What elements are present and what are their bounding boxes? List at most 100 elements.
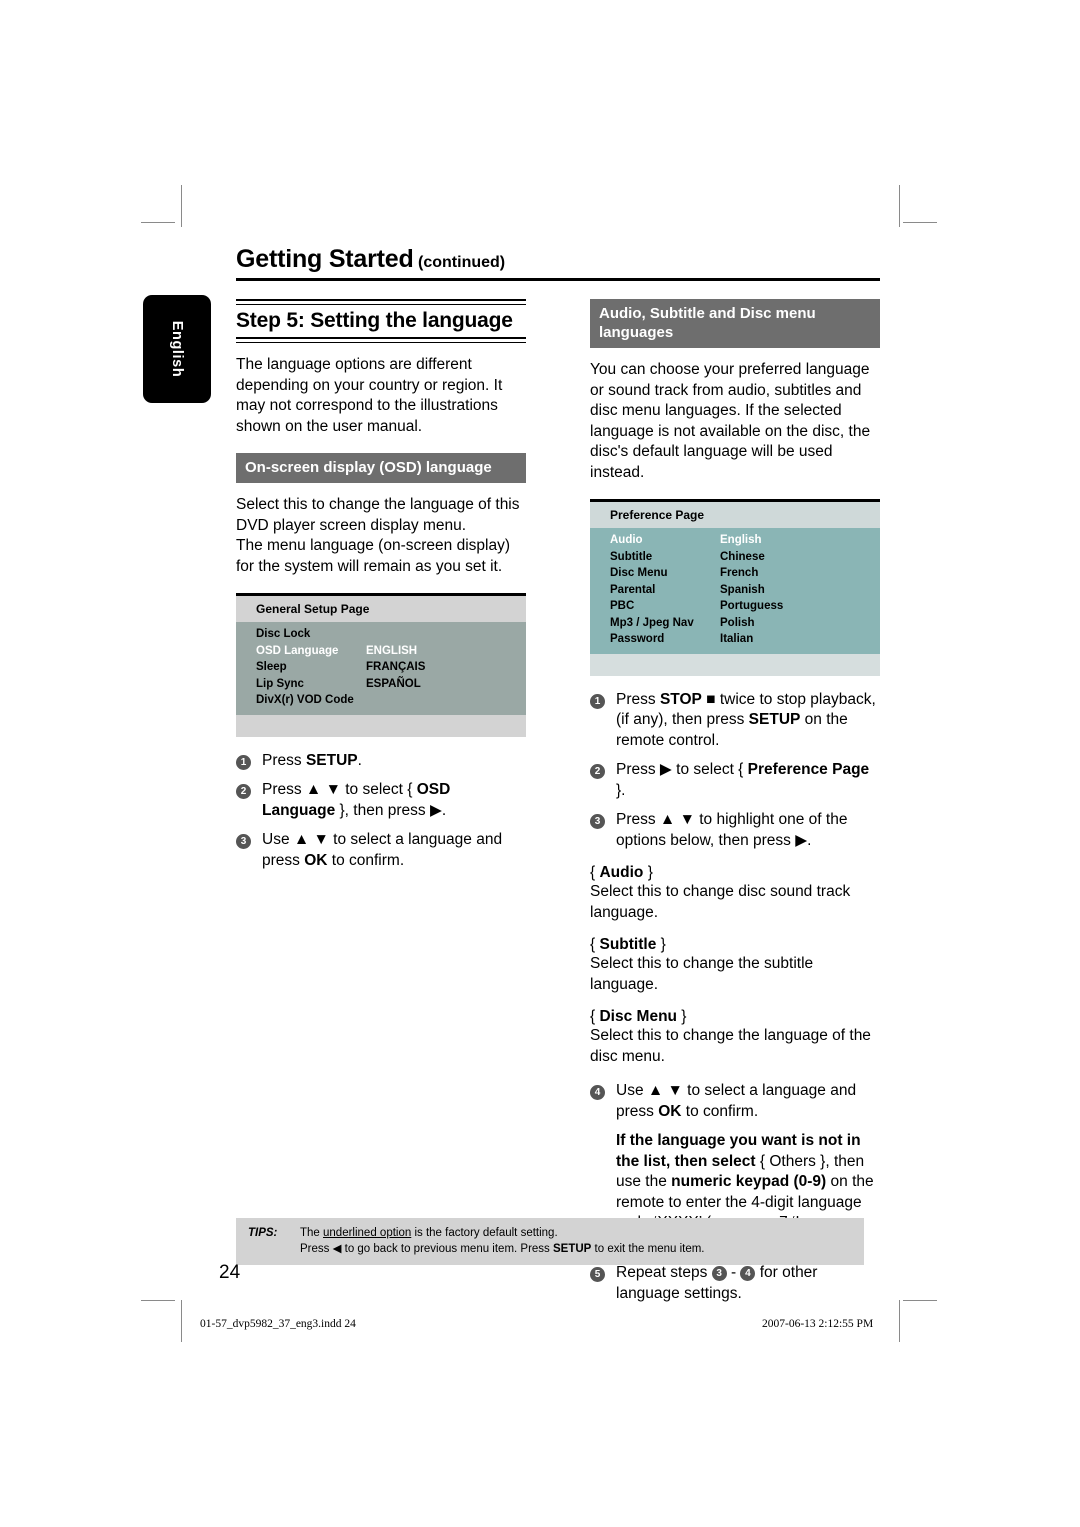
page-number: 24 [219, 1262, 241, 1283]
tips-lines: The underlined option is the factory def… [300, 1225, 864, 1257]
osd-row[interactable]: Disc Menu French [590, 565, 880, 582]
step-text: Press ▶ to select { Preference Page }. [616, 761, 870, 799]
language-tab-label: English [169, 320, 185, 378]
preference-option-name: { Audio } [590, 864, 653, 881]
print-footer-file: 01-57_dvp5982_37_eng3.indd 24 [200, 1318, 356, 1330]
tips-line-2-setup: SETUP [553, 1243, 592, 1255]
numbered-step: 2 Press ▲ ▼ to select { OSD Language }, t… [236, 780, 526, 821]
manual-page: Getting Started (continued) English Step… [140, 245, 880, 1313]
step-number-badge: 3 [590, 814, 605, 829]
osd-row-label: DivX(r) VOD Code [256, 694, 354, 706]
crop-mark-bottom-right-horizontal [903, 1300, 937, 1301]
crop-mark-bottom-left-horizontal [141, 1300, 175, 1301]
crop-mark-bottom-left-vertical [181, 1300, 182, 1342]
step-title-rule-bottom [236, 337, 526, 343]
preference-option-name: { Disc Menu } [590, 1008, 687, 1025]
osd-row-value: ENGLISH [366, 644, 418, 657]
crop-mark-top-left-horizontal [141, 222, 175, 223]
general-setup-page-title: General Setup Page [236, 596, 526, 622]
tips-label: TIPS: [248, 1227, 278, 1239]
osd-row[interactable]: DivX(r) VOD Code [236, 692, 526, 709]
crop-mark-top-right-vertical [899, 185, 900, 227]
language-tab: English [143, 295, 211, 403]
numbered-step: 3 Use ▲ ▼ to select a language and press … [236, 830, 526, 871]
osd-row-label: Mp3 / Jpeg Nav [610, 616, 694, 629]
osd-language-section-bar: On-screen display (OSD) language [236, 453, 526, 483]
step-text: Press SETUP. [262, 751, 362, 769]
general-setup-page-rows: Disc Lock OSD Language ENGLISH Sleep FRANÇAI… [236, 622, 526, 715]
osd-row-value: Spanish [720, 583, 765, 596]
crop-mark-bottom-right-vertical [899, 1300, 900, 1342]
osd-row-label: Sleep [256, 661, 287, 673]
osd-row[interactable]: Sleep FRANÇAIS [236, 659, 526, 676]
osd-row[interactable]: Disc Lock [236, 626, 526, 643]
preference-option-name: { Subtitle } [590, 936, 666, 953]
content-columns: Step 5: Setting the language The languag… [236, 299, 880, 1313]
tips-line-2-prefix: Press ◀ to go back to previous menu item… [300, 1243, 554, 1255]
osd-row-value: ESPAÑOL [366, 677, 421, 690]
step-text: Press ▲ ▼ to select { OSD Language }, th… [262, 781, 451, 819]
osd-row-value [366, 626, 486, 643]
osd-row-value: FRANÇAIS [366, 661, 426, 673]
osd-row[interactable]: Parental Spanish [590, 582, 880, 599]
step-number-badge: 1 [236, 754, 251, 770]
step-title-rule-top [236, 299, 526, 305]
osd-row-value: English [720, 534, 762, 546]
osd-row-label: Subtitle [610, 550, 653, 563]
preference-options-list: { Audio } Select this to change disc soun… [590, 864, 880, 1067]
osd-row-label: Lip Sync [256, 677, 304, 690]
preference-page-rows: Audio English Subtitle Chinese Disc Menu Fren… [590, 528, 880, 654]
step-number-badge: 2 [236, 784, 251, 799]
tips-line-1-underlined: underlined option [323, 1227, 412, 1239]
numbered-step: 2 Press ▶ to select { Preference Page }. [590, 760, 880, 801]
step-text: Press ▲ ▼ to highlight one of the option… [616, 811, 848, 849]
tips-line-2-suffix: to exit the menu item. [591, 1243, 705, 1255]
numbered-step: 4 Use ▲ ▼ to select a language and press … [590, 1081, 880, 1122]
step-reference-badge: 3 [711, 1266, 727, 1281]
osd-description-1: Select this to change the language of th… [236, 496, 520, 534]
numbered-step: 5 Repeat steps 3 - 4 for other language s… [590, 1263, 880, 1304]
osd-row-value: Chinese [720, 550, 765, 563]
page-title-continued: (continued) [418, 254, 506, 271]
osd-row[interactable]: Lip Sync ESPAÑOL [236, 676, 526, 693]
running-head: Getting Started (continued) [236, 245, 880, 281]
preference-page-screenshot: Preference Page Audio English Subtitle Chin… [590, 499, 880, 676]
step-number-badge: 4 [590, 1085, 605, 1100]
osd-row-value: Portuguess [720, 600, 784, 612]
step-number-badge: 1 [590, 693, 605, 709]
osd-row-label: PBC [610, 600, 635, 612]
step-reference-badge: 4 [740, 1266, 756, 1281]
osd-row[interactable]: Audio English [590, 532, 880, 549]
general-setup-page-screenshot: General Setup Page Disc Lock OSD Language… [236, 593, 526, 737]
osd-row[interactable]: Subtitle Chinese [590, 549, 880, 566]
osd-row[interactable]: PBC Portuguess [590, 598, 880, 615]
osd-row-value: French [720, 567, 759, 579]
osd-row-label: Disc Menu [610, 567, 668, 579]
preference-option-description: Select this to change the subtitle langu… [590, 955, 814, 993]
osd-row-label: OSD Language [256, 644, 339, 657]
osd-row-value: Italian [720, 633, 754, 645]
tips-line-1-prefix: The [300, 1227, 324, 1239]
left-column: Step 5: Setting the language The languag… [236, 299, 526, 880]
tips-line-1: The underlined option is the factory def… [300, 1225, 864, 1241]
osd-row[interactable]: Mp3 / Jpeg Nav Polish [590, 615, 880, 632]
osd-row-label: Audio [610, 534, 643, 546]
step-number-badge: 2 [590, 764, 605, 779]
numbered-step: 3 Press ▲ ▼ to highlight one of the optio… [590, 810, 880, 851]
osd-row[interactable]: Password Italian [590, 631, 880, 648]
right-intro-paragraph: You can choose your preferred language o… [590, 361, 871, 481]
numbered-step: 1 Press STOP ■ twice to stop playback, (i… [590, 690, 880, 752]
crop-mark-top-left-vertical [181, 185, 182, 227]
step-5-title: Step 5: Setting the language [236, 309, 513, 332]
left-steps-list: 1 Press SETUP. 2 Press ▲ ▼ to select { OSD … [236, 751, 526, 872]
osd-row[interactable]: OSD Language ENGLISH [236, 643, 526, 660]
step-number-badge: 5 [590, 1267, 605, 1282]
step-number-badge: 3 [236, 834, 251, 849]
preference-page-footer [590, 653, 880, 676]
tips-line-2: Press ◀ to go back to previous menu item… [300, 1241, 864, 1257]
osd-row-label: Disc Lock [256, 628, 311, 640]
general-setup-page-footer [236, 714, 526, 737]
osd-row-label: Password [610, 633, 665, 645]
tips-line-1-suffix: is the factory default setting. [411, 1227, 558, 1239]
right-column: Audio, Subtitle and Disc menu languages … [590, 299, 880, 1313]
